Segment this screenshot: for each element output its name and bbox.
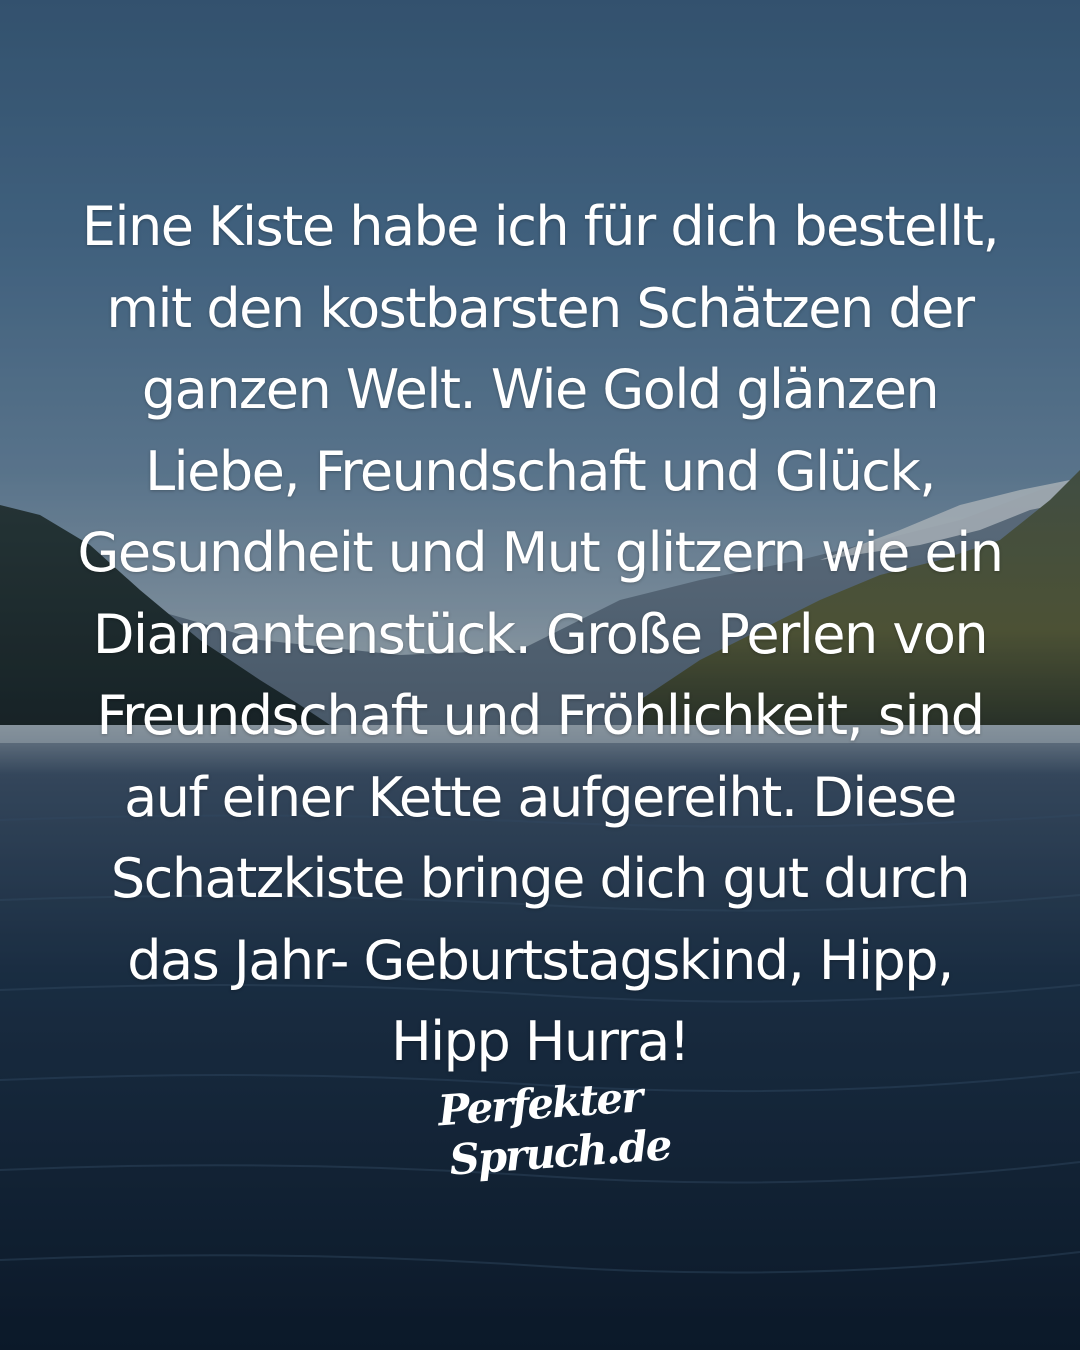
quote-line: Hipp Hurra! — [391, 1010, 690, 1073]
site-logo: Perfekter Spruch.de — [426, 1067, 672, 1203]
quote-line: Diamantenstück. Große Perlen von — [92, 602, 989, 666]
quote-line: Freundschaft und Fröhlichkeit, sind — [96, 684, 985, 747]
quote-line: mit den kostbarsten Schätzen der — [106, 276, 975, 340]
quote-line: auf einer Kette aufgereiht. Diese — [124, 765, 957, 829]
quote-line: Schatzkiste bringe dich gut durch — [110, 847, 971, 910]
quote-text: Eine Kiste habe ich für dich bestellt, m… — [40, 186, 1040, 1083]
quote-line: ganzen Welt. Wie Gold glänzen — [141, 358, 940, 421]
quote-line: Liebe, Freundschaft und Glück, — [145, 439, 936, 503]
quote-line: Gesundheit und Mut glitzern wie ein — [77, 521, 1004, 584]
quote-line: das Jahr- Geburtstagskind, Hipp, — [127, 928, 954, 992]
quote-line: Eine Kiste habe ich für dich bestellt, — [81, 195, 1000, 258]
